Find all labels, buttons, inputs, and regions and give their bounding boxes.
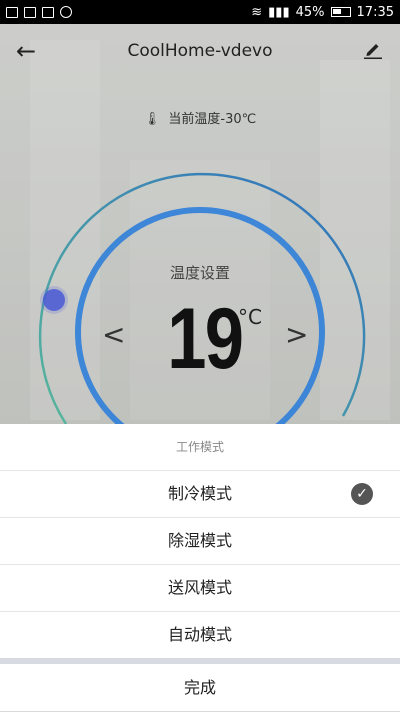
app-bar: ← CoolHome-vdevo: [0, 24, 400, 78]
clock: 17:35: [356, 4, 394, 20]
thermometer-icon: 🌡: [143, 112, 161, 127]
sheet-title: 工作模式: [0, 424, 400, 471]
increase-temperature-icon[interactable]: >: [285, 318, 308, 351]
mode-option-dehumidify[interactable]: 除湿模式: [0, 518, 400, 565]
mode-option-auto[interactable]: 自动模式: [0, 612, 400, 658]
page-title: CoolHome-vdevo: [127, 41, 273, 61]
edit-pen-icon[interactable]: [354, 38, 384, 65]
mode-option-label: 送风模式: [167, 578, 232, 597]
mode-option-cooling[interactable]: 制冷模式 ✓: [0, 471, 400, 518]
trash-icon: [24, 6, 36, 18]
smiley-icon: [60, 6, 72, 18]
set-temperature-value: 19: [167, 291, 244, 387]
wifi-icon: ≋: [251, 4, 263, 20]
mail-icon: [42, 6, 54, 18]
current-temperature-label: 当前温度-30℃: [168, 112, 257, 127]
setting-label: 温度设置: [169, 264, 230, 282]
battery-icon: [330, 7, 351, 17]
status-bar: ≋ ▮▮▮ 45% 17:35: [0, 0, 400, 24]
mode-sheet: 工作模式 制冷模式 ✓ 除湿模式 送风模式 自动模式 完成: [0, 424, 400, 711]
battery-percentage: 45%: [295, 4, 325, 20]
gallery-icon: [6, 6, 18, 18]
decrease-temperature-icon[interactable]: <: [102, 318, 125, 351]
back-arrow-icon[interactable]: ←: [16, 37, 46, 65]
check-icon: ✓: [351, 483, 373, 505]
done-button[interactable]: 完成: [0, 664, 400, 712]
mode-option-label: 制冷模式: [167, 484, 232, 503]
mode-option-label: 除湿模式: [167, 531, 232, 550]
temperature-unit: °C: [238, 305, 262, 329]
signal-icon: ▮▮▮: [268, 4, 290, 20]
mode-option-label: 自动模式: [167, 625, 232, 644]
mode-option-fan[interactable]: 送风模式: [0, 565, 400, 612]
current-temperature: 🌡 当前温度-30℃: [0, 108, 400, 127]
